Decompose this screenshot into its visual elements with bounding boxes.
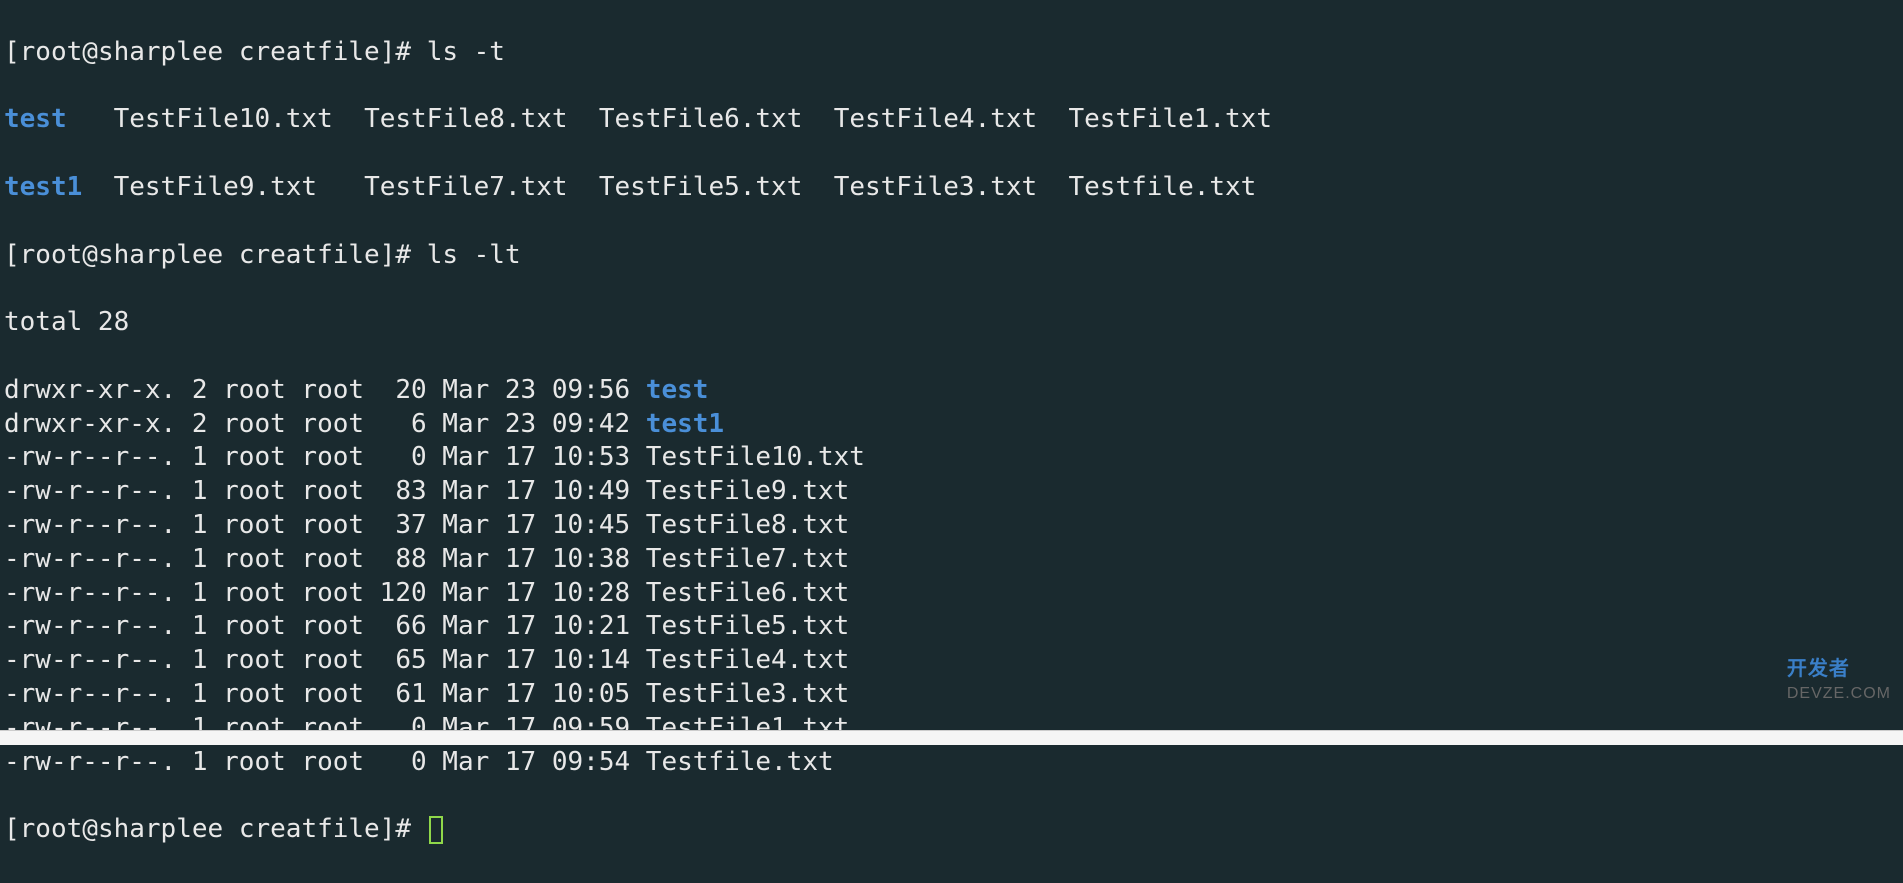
ls-lt-name: TestFile7.txt [646, 544, 850, 574]
ls-lt-name: Testfile.txt [646, 747, 834, 777]
taskbar[interactable] [0, 730, 1903, 745]
file-tf10: TestFile10.txt [114, 104, 333, 134]
prompt-host: sharplee [98, 37, 223, 67]
watermark: 开发者 DEVZE.COM [1787, 648, 1891, 705]
ls-lt-name: TestFile6.txt [646, 578, 850, 608]
watermark-top: 开发者 [1787, 658, 1850, 680]
ls-lt-row: drwxr-xr-x. 2 root root 20 Mar 23 09:56 … [4, 374, 1899, 408]
dir-test1: test1 [4, 172, 82, 202]
file-tf3: TestFile3.txt [834, 172, 1038, 202]
ls-lt-row: -rw-r--r--. 1 root root 0 Mar 17 10:53 T… [4, 441, 1899, 475]
prompt-line-3: [root@sharplee creatfile]# [4, 813, 1899, 847]
ls-t-row-2: test1 TestFile9.txt TestFile7.txt TestFi… [4, 171, 1899, 205]
prompt-at: @ [82, 37, 98, 67]
ls-lt-name: TestFile9.txt [646, 476, 850, 506]
prompt-close: ] [380, 37, 396, 67]
terminal-output[interactable]: [root@sharplee creatfile]# ls -t test Te… [0, 0, 1903, 883]
file-tf1: TestFile1.txt [1069, 104, 1273, 134]
ls-t-row-1: test TestFile10.txt TestFile8.txt TestFi… [4, 103, 1899, 137]
ls-lt-row: -rw-r--r--. 1 root root 61 Mar 17 10:05 … [4, 678, 1899, 712]
ls-lt-row: -rw-r--r--. 1 root root 120 Mar 17 10:28… [4, 577, 1899, 611]
ls-lt-name: test1 [646, 409, 724, 439]
file-tf5: TestFile5.txt [599, 172, 803, 202]
file-tf9: TestFile9.txt [114, 172, 318, 202]
file-tf4: TestFile4.txt [834, 104, 1038, 134]
ls-lt-name: TestFile8.txt [646, 510, 850, 540]
command-1: ls -t [427, 37, 505, 67]
ls-lt-name: TestFile4.txt [646, 645, 850, 675]
ls-lt-row: -rw-r--r--. 1 root root 88 Mar 17 10:38 … [4, 543, 1899, 577]
prompt-open: [ [4, 37, 20, 67]
prompt-symbol: # [395, 37, 411, 67]
file-tf7: TestFile7.txt [364, 172, 568, 202]
file-tf6: TestFile6.txt [599, 104, 803, 134]
prompt-line-2: [root@sharplee creatfile]# ls -lt [4, 239, 1899, 273]
ls-lt-row: -rw-r--r--. 1 root root 66 Mar 17 10:21 … [4, 610, 1899, 644]
ls-lt-row: -rw-r--r--. 1 root root 83 Mar 17 10:49 … [4, 475, 1899, 509]
ls-lt-row: -rw-r--r--. 1 root root 0 Mar 17 09:54 T… [4, 746, 1899, 780]
prompt-line-1: [root@sharplee creatfile]# ls -t [4, 36, 1899, 70]
dir-test: test [4, 104, 67, 134]
watermark-bottom: DEVZE.COM [1787, 684, 1891, 705]
file-tf8: TestFile8.txt [364, 104, 568, 134]
ls-lt-name: TestFile3.txt [646, 679, 850, 709]
ls-lt-row: -rw-r--r--. 1 root root 37 Mar 17 10:45 … [4, 509, 1899, 543]
ls-lt-name: test [646, 375, 709, 405]
ls-lt-row: drwxr-xr-x. 2 root root 6 Mar 23 09:42 t… [4, 408, 1899, 442]
ls-lt-name: TestFile5.txt [646, 611, 850, 641]
ls-lt-row: -rw-r--r--. 1 root root 65 Mar 17 10:14 … [4, 644, 1899, 678]
command-2: ls -lt [427, 240, 521, 270]
total-line: total 28 [4, 306, 1899, 340]
prompt-cwd: creatfile [239, 37, 380, 67]
prompt-user: root [20, 37, 83, 67]
file-tf: Testfile.txt [1069, 172, 1257, 202]
ls-lt-name: TestFile10.txt [646, 442, 865, 472]
cursor[interactable] [429, 816, 443, 844]
